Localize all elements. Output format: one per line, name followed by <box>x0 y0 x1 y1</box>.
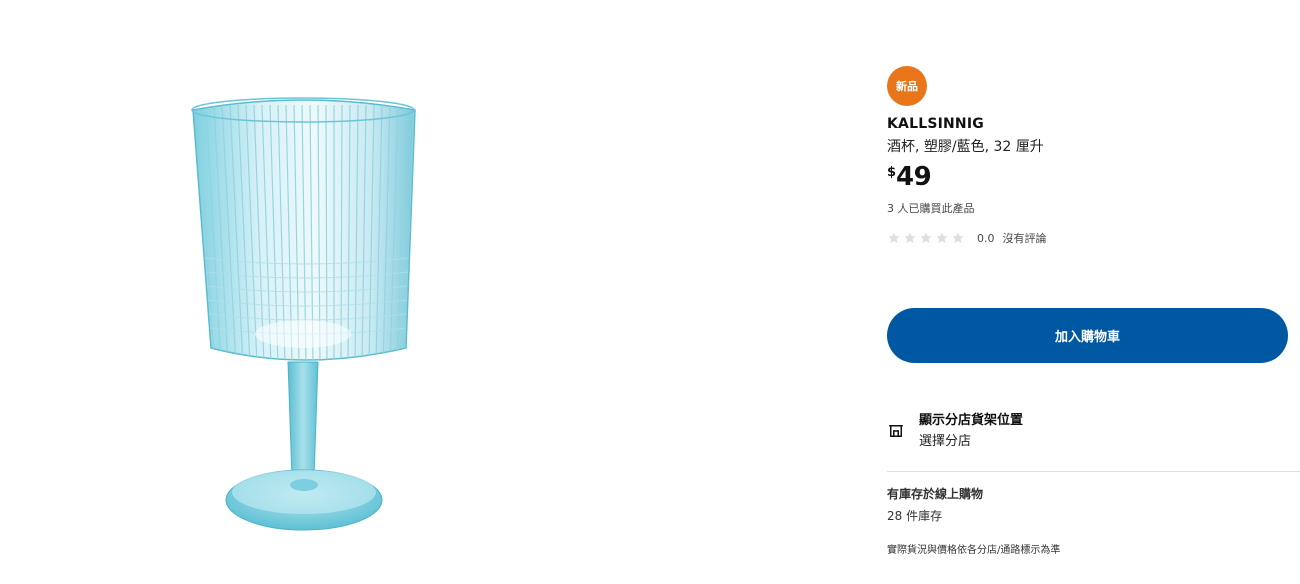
star-icon <box>920 232 932 244</box>
store-text: 顯示分店貨架位置 選擇分店 <box>919 412 1023 451</box>
product-name[interactable]: KALLSINNIG <box>887 115 1288 133</box>
star-icon <box>936 232 948 244</box>
star-icon <box>904 232 916 244</box>
store-shelf-icon <box>889 425 903 437</box>
product-info: 新品 KALLSINNIG 酒杯, 塑膠/藍色, 32 厘升 $ 49 3 人已… <box>887 66 1288 246</box>
store-subtitle: 選擇分店 <box>919 433 972 449</box>
disclaimer: 實際貨況與價格依各分店/通路標示為準 <box>887 545 1061 556</box>
store-location-link[interactable]: 顯示分店貨架位置 選擇分店 <box>887 408 1300 454</box>
online-stock: 28 件庫存 <box>887 509 943 523</box>
divider <box>887 471 1300 472</box>
price-amount: 49 <box>896 162 932 192</box>
online-title: 有庫存於線上購物 <box>887 487 984 501</box>
rating-text: 沒有評論 <box>1002 232 1047 245</box>
product-description: 酒杯, 塑膠/藍色, 32 厘升 <box>887 139 1044 155</box>
online-availability: 有庫存於線上購物 28 件庫存 <box>887 486 983 524</box>
star-icon <box>888 232 900 244</box>
new-badge: 新品 <box>887 66 927 106</box>
star-icon <box>952 232 964 244</box>
store-title: 顯示分店貨架位置 <box>919 412 1024 428</box>
add-to-cart-button[interactable]: 加入購物車 <box>887 308 1288 363</box>
rating-stars <box>887 231 965 245</box>
product-page: 新品 KALLSINNIG 酒杯, 塑膠/藍色, 32 厘升 $ 49 3 人已… <box>0 0 1300 584</box>
product-image[interactable] <box>150 80 470 550</box>
rating[interactable]: 0.0 沒有評論 <box>887 230 1288 246</box>
product-price: $ 49 <box>887 164 1288 190</box>
purchase-count: 3 人已購買此產品 <box>887 202 975 215</box>
rating-value: 0.0 <box>977 231 995 245</box>
price-currency: $ <box>887 165 897 180</box>
